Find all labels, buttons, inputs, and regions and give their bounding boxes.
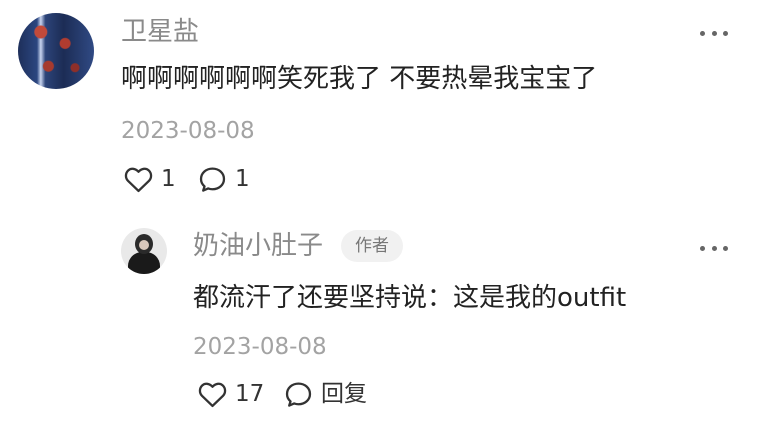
like-count: 17 — [235, 381, 265, 407]
username[interactable]: 卫星盐 — [121, 17, 199, 47]
heart-icon — [198, 381, 227, 408]
like-button[interactable]: 1 — [124, 165, 176, 193]
comment-bubble-icon — [198, 166, 227, 193]
author-badge: 作者 — [341, 230, 403, 262]
comment-bubble-icon — [284, 381, 313, 408]
reply-count: 1 — [235, 166, 250, 192]
comment-text[interactable]: 都流汗了还要坚持说：这是我的outfit — [193, 283, 626, 313]
comment-date: 2023-08-08 — [193, 334, 327, 360]
heart-icon — [124, 166, 153, 193]
like-count: 1 — [161, 166, 176, 192]
more-options-icon[interactable] — [700, 244, 728, 252]
reply-button[interactable]: 回复 — [284, 380, 367, 408]
avatar[interactable] — [18, 13, 94, 89]
username[interactable]: 奶油小肚子 — [193, 231, 323, 261]
avatar[interactable] — [121, 228, 167, 274]
more-options-icon[interactable] — [700, 29, 728, 37]
reply-count-button[interactable]: 1 — [198, 165, 250, 193]
reply-label: 回复 — [321, 381, 367, 407]
comment-date: 2023-08-08 — [121, 118, 255, 144]
like-button[interactable]: 17 — [198, 380, 264, 408]
comment-text[interactable]: 啊啊啊啊啊啊笑死我了 不要热晕我宝宝了 — [121, 64, 597, 94]
